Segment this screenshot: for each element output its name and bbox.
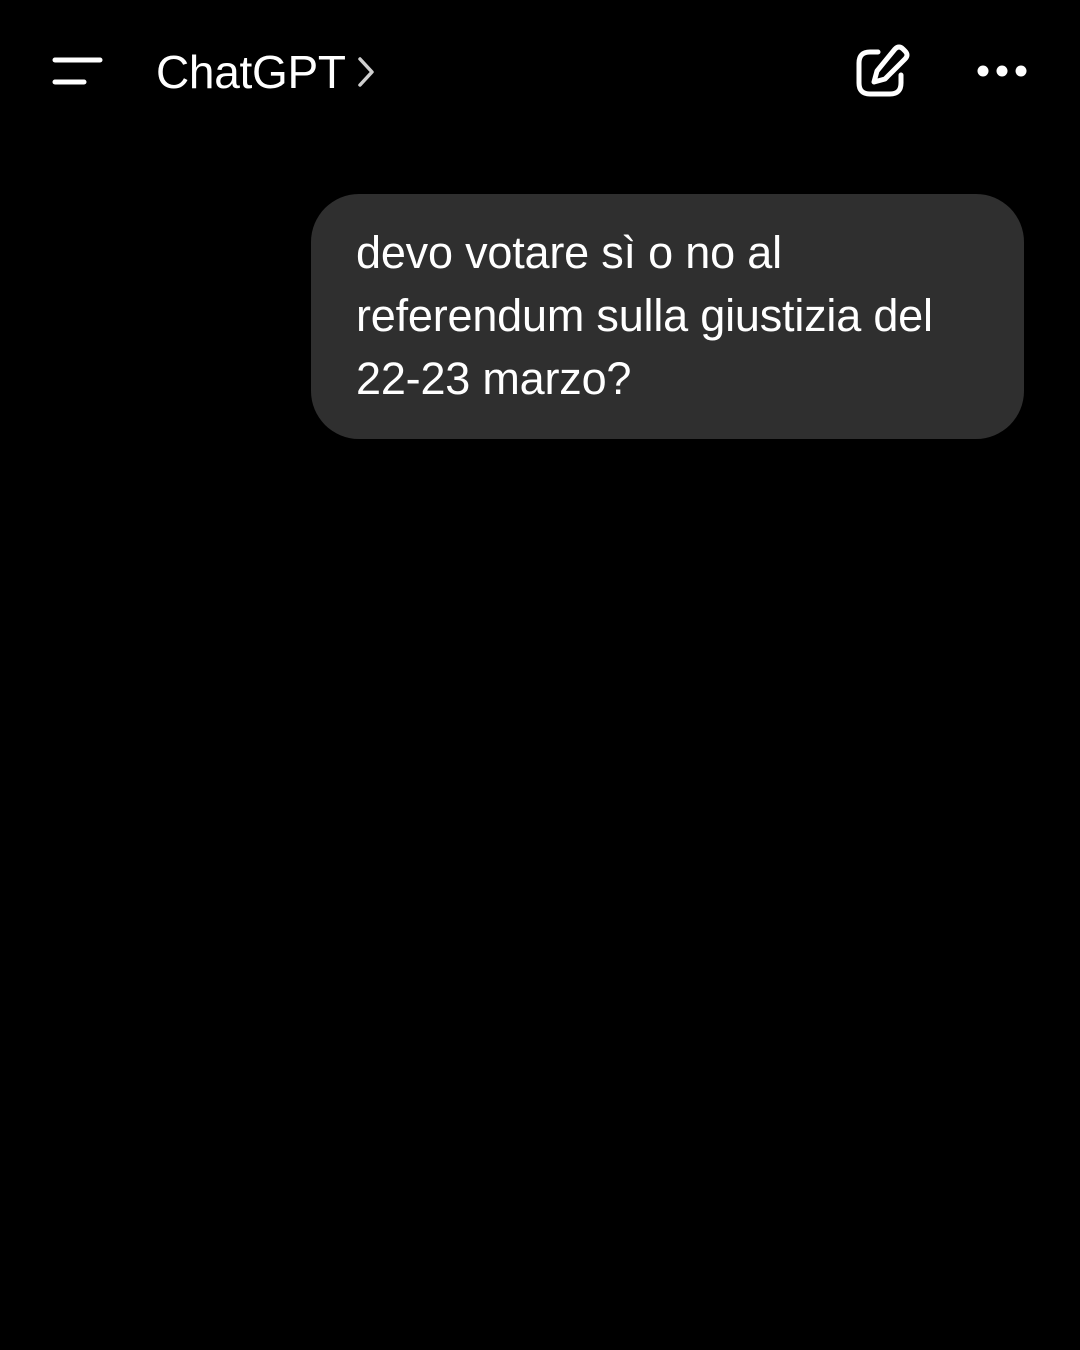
new-chat-button[interactable] [848,40,914,104]
more-options-button[interactable] [966,40,1038,104]
ellipsis-icon [966,65,1038,108]
user-message-text: devo votare sì o no al referendum sulla … [356,227,933,404]
hamburger-menu-icon [40,40,116,104]
chevron-right-icon [356,55,376,89]
edit-pencil-square-icon [848,44,914,108]
menu-button[interactable] [40,40,116,104]
user-message-bubble: devo votare sì o no al referendum sulla … [311,194,1024,439]
model-selector-button[interactable]: ChatGPT [156,40,376,104]
top-bar: ChatGPT [0,0,1080,140]
app-title: ChatGPT [156,46,346,98]
